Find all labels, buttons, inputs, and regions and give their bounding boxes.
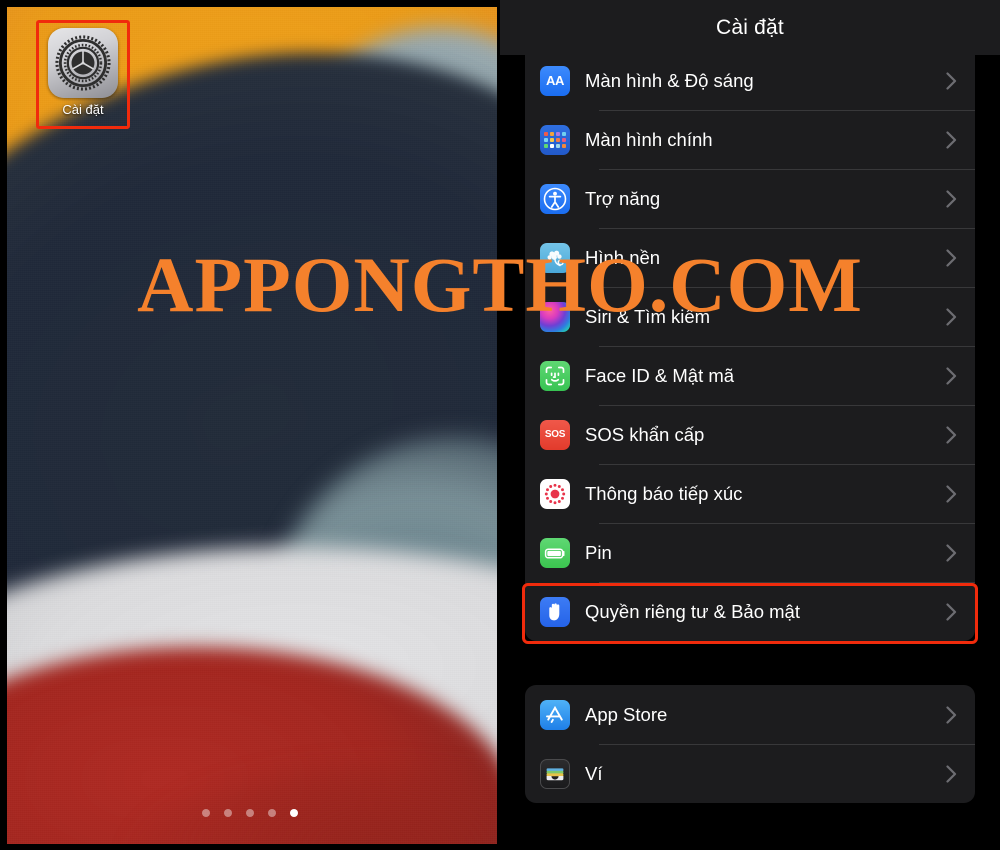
- chevron-right-icon: [946, 484, 957, 503]
- app-store-icon: [540, 699, 570, 730]
- settings-list-scroll[interactable]: AA Màn hình & Độ sáng Màn hình chính Trợ…: [500, 55, 1000, 850]
- page-dot[interactable]: [246, 809, 254, 817]
- wallpaper-icon: [540, 242, 570, 273]
- settings-row-label: SOS khẩn cấp: [585, 423, 705, 445]
- settings-app-label: Cài đặt: [62, 102, 104, 117]
- chevron-right-icon: [946, 425, 957, 444]
- page-dot[interactable]: [268, 809, 276, 817]
- chevron-right-icon: [946, 764, 957, 783]
- navigation-bar: Cài đặt: [500, 0, 1000, 55]
- settings-row-wallpaper[interactable]: Hình nền: [525, 228, 975, 287]
- emergency-sos-icon: SOS: [540, 419, 570, 450]
- home-screen-panel: Cài đặt: [0, 0, 500, 850]
- home-screen-icon: [540, 124, 570, 155]
- page-dot[interactable]: [224, 809, 232, 817]
- page-dot[interactable]: [202, 809, 210, 817]
- chevron-right-icon: [946, 248, 957, 267]
- settings-app-panel: Cài đặt AA Màn hình & Độ sáng Màn hình c…: [500, 0, 1000, 850]
- chevron-right-icon: [946, 366, 957, 385]
- settings-row-label: Trợ năng: [585, 187, 661, 209]
- chevron-right-icon: [946, 130, 957, 149]
- battery-icon: [540, 537, 570, 568]
- settings-row-label: Ví: [585, 762, 603, 784]
- settings-row-privacy-security[interactable]: Quyền riêng tư & Bảo mật: [525, 582, 975, 641]
- chevron-right-icon: [946, 602, 957, 621]
- settings-row-battery[interactable]: Pin: [525, 523, 975, 582]
- settings-app-icon-highlight[interactable]: Cài đặt: [36, 20, 130, 129]
- privacy-hand-icon: [540, 596, 570, 627]
- settings-row-label: Quyền riêng tư & Bảo mật: [585, 600, 800, 622]
- page-title: Cài đặt: [716, 15, 784, 39]
- exposure-notification-icon: [540, 478, 570, 509]
- settings-group-store: App Store Ví: [525, 685, 975, 803]
- page-indicator-dots[interactable]: [0, 809, 500, 817]
- face-id-icon: [540, 360, 570, 391]
- chevron-right-icon: [946, 307, 957, 326]
- page-dot-active[interactable]: [290, 809, 298, 817]
- settings-row-label: Siri & Tìm kiếm: [585, 305, 711, 327]
- chevron-right-icon: [946, 543, 957, 562]
- settings-group-main: AA Màn hình & Độ sáng Màn hình chính Trợ…: [525, 55, 975, 641]
- wallet-icon: [540, 758, 570, 789]
- settings-row-label: Màn hình & Độ sáng: [585, 69, 754, 91]
- wallpaper-image: [7, 7, 497, 844]
- settings-row-emergency-sos[interactable]: SOS SOS khẩn cấp: [525, 405, 975, 464]
- settings-row-label: Hình nền: [585, 246, 661, 268]
- settings-row-accessibility[interactable]: Trợ năng: [525, 169, 975, 228]
- settings-row-exposure-notification[interactable]: Thông báo tiếp xúc: [525, 464, 975, 523]
- settings-row-display-brightness[interactable]: AA Màn hình & Độ sáng: [525, 55, 975, 110]
- settings-row-label: Màn hình chính: [585, 128, 713, 150]
- display-brightness-icon: AA: [540, 65, 570, 96]
- settings-row-face-id[interactable]: Face ID & Mật mã: [525, 346, 975, 405]
- settings-row-home-screen[interactable]: Màn hình chính: [525, 110, 975, 169]
- siri-search-icon: [540, 301, 570, 332]
- settings-row-label: App Store: [585, 703, 668, 725]
- accessibility-icon: [540, 183, 570, 214]
- settings-row-label: Pin: [585, 541, 612, 563]
- settings-row-app-store[interactable]: App Store: [525, 685, 975, 744]
- settings-row-label: Thông báo tiếp xúc: [585, 482, 743, 504]
- settings-row-wallet[interactable]: Ví: [525, 744, 975, 803]
- chevron-right-icon: [946, 189, 957, 208]
- chevron-right-icon: [946, 705, 957, 724]
- settings-row-label: Face ID & Mật mã: [585, 364, 735, 386]
- settings-row-siri-search[interactable]: Siri & Tìm kiếm: [525, 287, 975, 346]
- settings-gear-icon[interactable]: [48, 28, 118, 98]
- chevron-right-icon: [946, 71, 957, 90]
- screenshot-root: Cài đặt Cài đặt AA Màn hình & Độ sáng Mà…: [0, 0, 1000, 850]
